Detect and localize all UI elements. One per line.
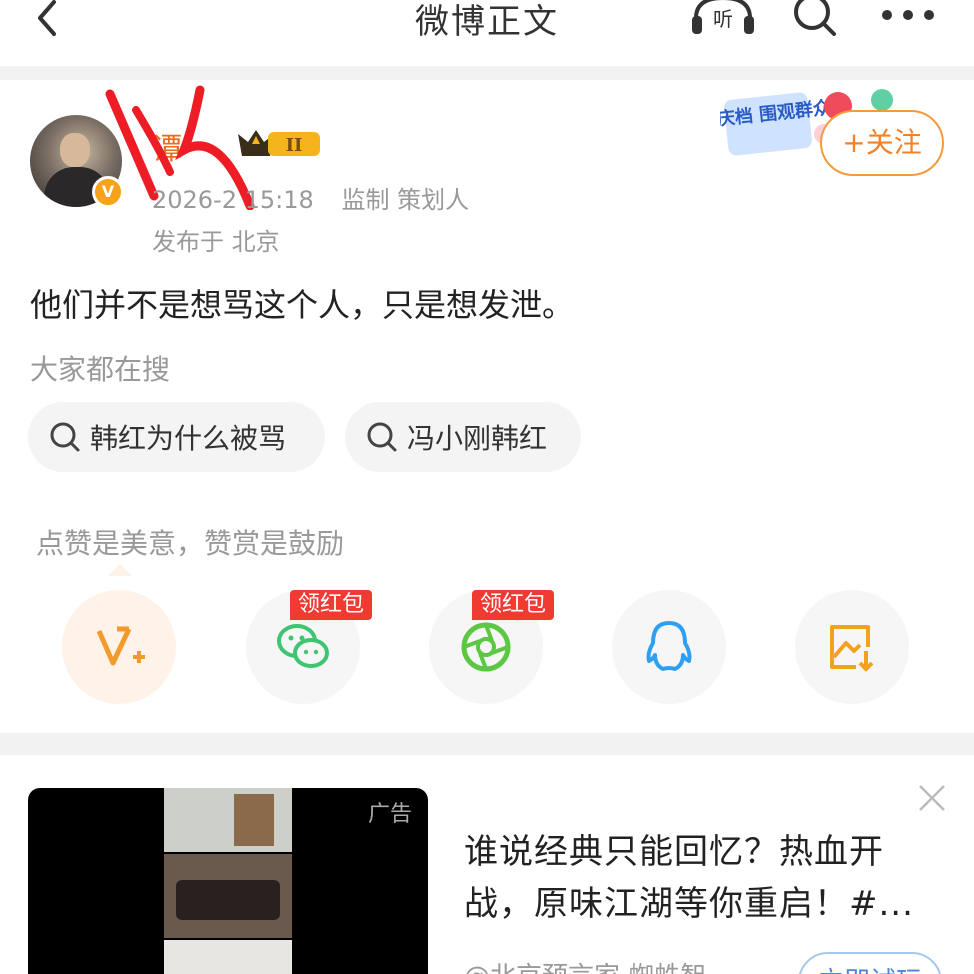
tip-reward-button[interactable] — [62, 590, 176, 704]
search-icon — [50, 422, 80, 452]
wechat-icon — [277, 624, 329, 668]
hot-search-heading: 大家都在搜 — [30, 353, 171, 386]
section-divider — [0, 733, 974, 755]
search-icon — [367, 422, 397, 452]
share-qq-button[interactable] — [612, 590, 726, 704]
listen-headphone-icon[interactable]: 听 — [690, 0, 756, 38]
ad-thumbnail — [164, 788, 292, 974]
try-now-button[interactable]: 立即试玩 — [798, 952, 942, 974]
save-image-icon — [830, 625, 874, 672]
ad-title[interactable]: 谁说经典只能回忆？热血开战，原味江湖等你重启！#... — [464, 826, 934, 930]
qq-icon — [646, 621, 692, 671]
v-plus-icon — [96, 626, 145, 666]
hot-search-chip[interactable]: 冯小刚韩红 — [345, 402, 581, 472]
follow-button[interactable]: +关注 — [820, 110, 944, 176]
section-divider — [0, 66, 974, 80]
red-packet-tag: 领红包 — [472, 590, 555, 620]
post-source: 监制 策划人 — [341, 186, 470, 214]
more-options-icon[interactable] — [880, 8, 936, 22]
username[interactable]: 谭 — [152, 124, 182, 168]
red-packet-tag: 领红包 — [290, 590, 373, 620]
save-image-button[interactable] — [795, 590, 909, 704]
ad-media[interactable]: 广告 — [28, 788, 428, 974]
vip-crown-badge-icon: II — [238, 130, 320, 156]
post-content: 他们并不是想骂这个人，只是想发泄。 — [30, 286, 575, 324]
ad-label: 广告 — [367, 802, 412, 827]
close-icon[interactable] — [916, 782, 948, 814]
reward-pointer — [108, 564, 132, 576]
hot-search-chip-label: 冯小刚韩红 — [407, 422, 548, 455]
ad-source: @北京预言家 蜘蛛智 — [464, 956, 706, 974]
post-meta: 2026-2 15:18 监制 策划人 — [152, 180, 469, 215]
verified-badge-icon: V — [92, 176, 124, 208]
post-location: 发布于 北京 — [152, 228, 280, 256]
search-icon[interactable] — [790, 0, 840, 40]
listen-label: 听 — [713, 7, 733, 31]
top-bar: 微博正文 听 — [0, 0, 974, 66]
hot-search-chip-label: 韩红为什么被骂 — [90, 422, 287, 455]
vip-level: II — [286, 135, 303, 156]
post-time: 2026-2 15:18 — [152, 186, 314, 214]
reward-prompt: 点赞是美意，赞赏是鼓励 — [36, 527, 345, 560]
moments-icon — [461, 622, 511, 672]
hot-search-chip[interactable]: 韩红为什么被骂 — [28, 402, 325, 472]
